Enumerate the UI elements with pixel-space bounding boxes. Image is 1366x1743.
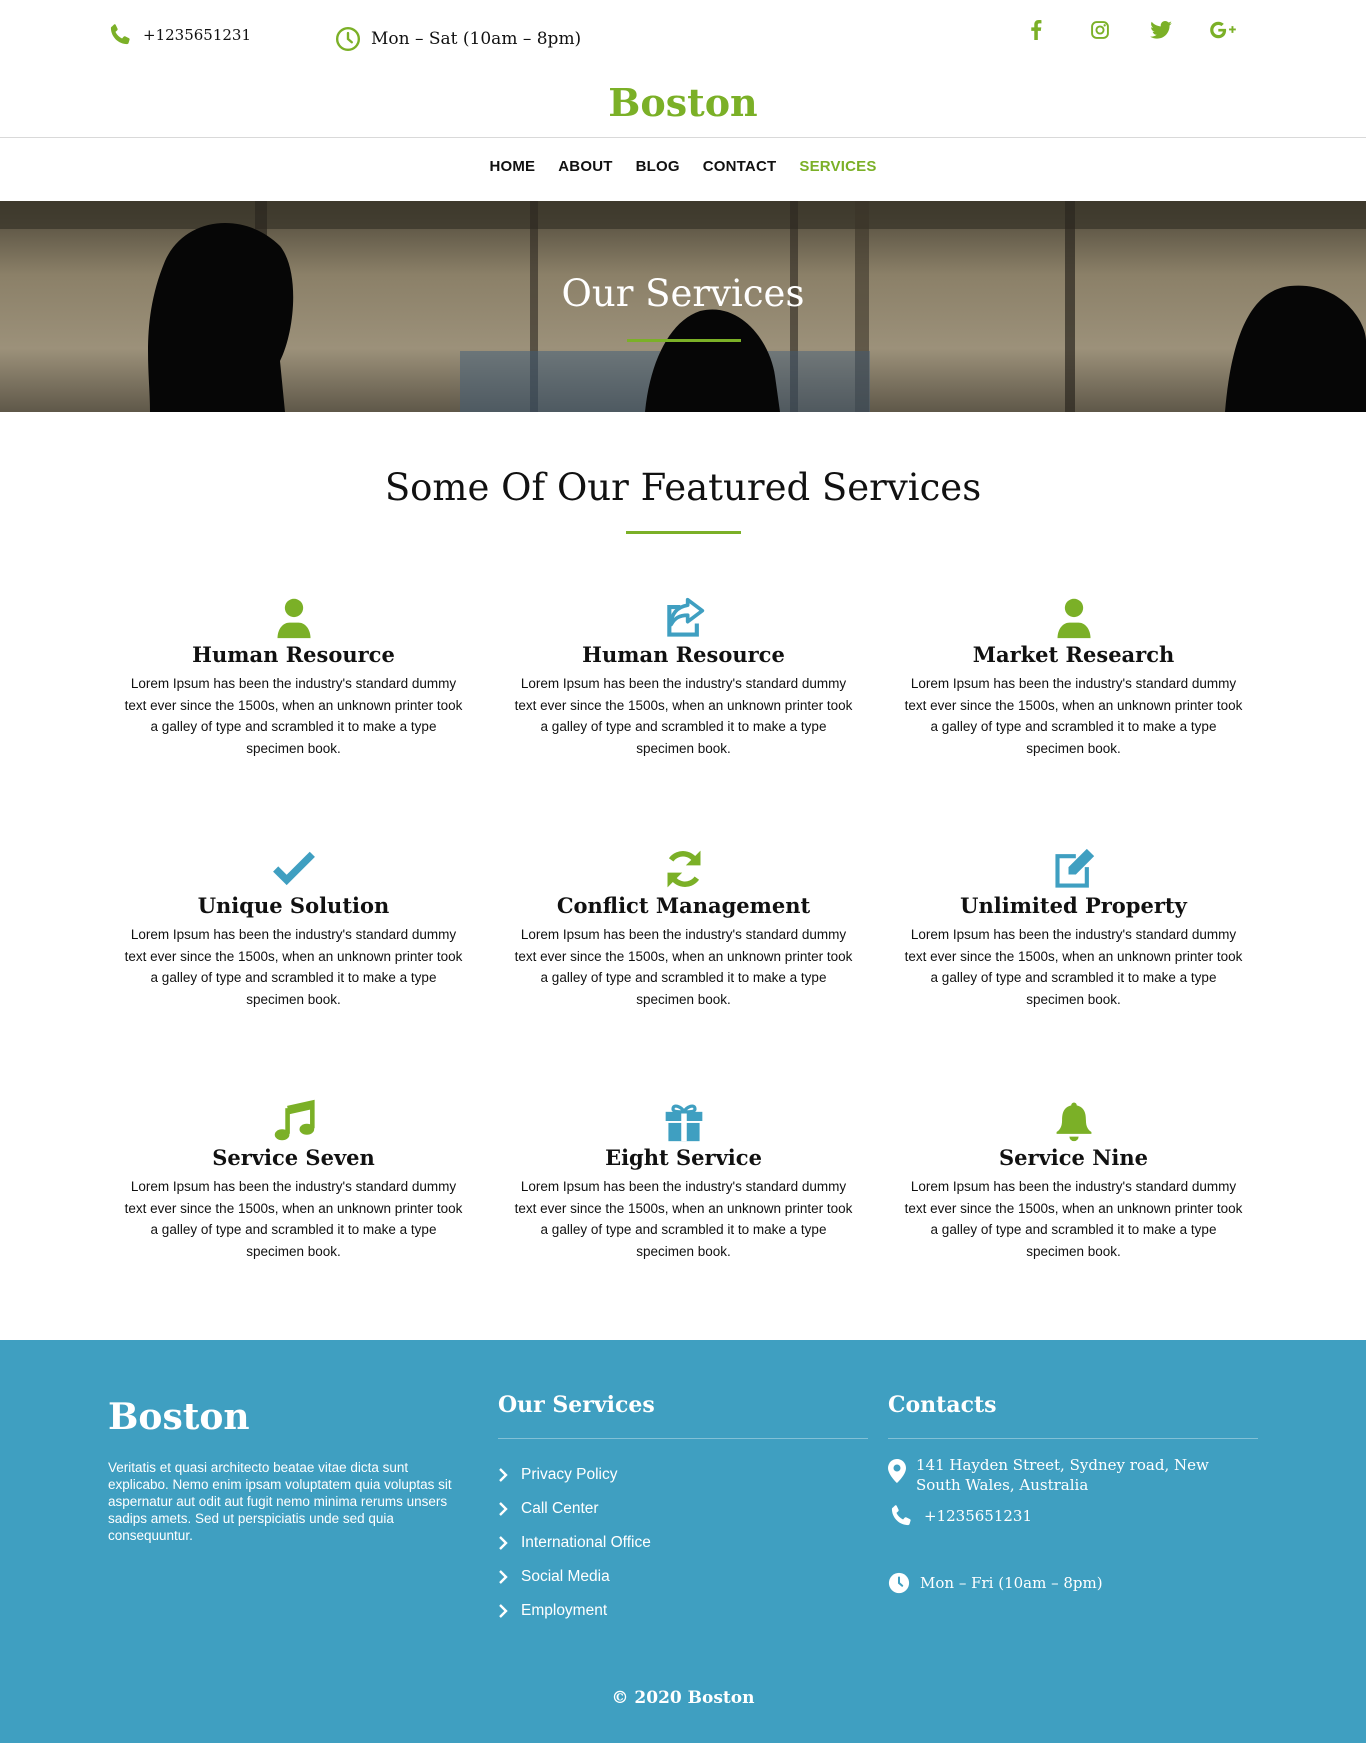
hero-title-underline (627, 339, 741, 342)
service-card: Service Seven Lorem Ipsum has been the in… (121, 1099, 466, 1262)
service-card: Eight Service Lorem Ipsum has been the in… (511, 1099, 856, 1262)
top-phone[interactable]: +1235651231 (107, 22, 251, 48)
service-card: Service Nine Lorem Ipsum has been the ind… (901, 1099, 1246, 1262)
chevron-right-icon (499, 1468, 508, 1482)
footer-services-links: Privacy Policy Call Center International… (498, 1458, 651, 1628)
footer-link-label: Privacy Policy (521, 1466, 618, 1483)
service-description: Lorem Ipsum has been the industry's stan… (124, 676, 463, 756)
facebook-icon[interactable] (1030, 18, 1090, 42)
footer-contacts-heading: Contacts (888, 1392, 997, 1418)
footer-address-text: 141 Hayden Street, Sydney road, New Sout… (916, 1456, 1209, 1494)
bell-icon (1052, 1099, 1096, 1143)
user-icon (1052, 596, 1096, 640)
footer-link-international-office[interactable]: International Office (498, 1526, 651, 1560)
service-card: Conflict Management Lorem Ipsum has been … (511, 847, 856, 1010)
hero-title: Our Services (561, 272, 805, 315)
service-description: Lorem Ipsum has been the industry's stan… (514, 927, 853, 1007)
footer-link-label: Social Media (521, 1568, 610, 1585)
top-hours: Mon – Sat (10am – 8pm) (335, 26, 581, 52)
music-icon (272, 1099, 316, 1143)
service-title: Eight Service (605, 1145, 762, 1170)
footer-phone[interactable]: +1235651231 (888, 1503, 1032, 1529)
footer-link-label: Employment (521, 1602, 608, 1619)
service-title: Human Resource (582, 642, 785, 667)
service-card: Human Resource Lorem Ipsum has been the i… (511, 596, 856, 759)
copyright: © 2020 Boston (611, 1688, 755, 1708)
clock-icon (335, 26, 361, 52)
service-card: Human Resource Lorem Ipsum has been the i… (121, 596, 466, 759)
footer-services-heading: Our Services (498, 1392, 655, 1418)
service-title: Unique Solution (197, 893, 390, 918)
footer-logo[interactable]: Boston (108, 1396, 250, 1438)
service-title: Service Seven (212, 1145, 375, 1170)
chevron-right-icon (499, 1502, 508, 1516)
service-title: Conflict Management (556, 893, 811, 918)
google-plus-icon[interactable] (1210, 18, 1270, 42)
instagram-icon[interactable] (1090, 18, 1150, 42)
service-description: Lorem Ipsum has been the industry's stan… (124, 927, 463, 1007)
nav-item-home[interactable]: HOME (489, 158, 535, 175)
service-description: Lorem Ipsum has been the industry's stan… (124, 1179, 463, 1259)
map-marker-icon (888, 1459, 906, 1483)
clock-icon (888, 1572, 910, 1594)
service-description: Lorem Ipsum has been the industry's stan… (514, 676, 853, 756)
phone-icon (110, 24, 130, 45)
service-description: Lorem Ipsum has been the industry's stan… (904, 676, 1243, 756)
service-title: Unlimited Property (960, 893, 1187, 918)
service-card: Unlimited Property Lorem Ipsum has been t… (901, 847, 1246, 1010)
footer-description: Veritatis et quasi architecto beatae vit… (108, 1460, 452, 1543)
footer-link-social-media[interactable]: Social Media (498, 1560, 651, 1594)
top-hours-text: Mon – Sat (10am – 8pm) (371, 29, 582, 49)
service-description: Lorem Ipsum has been the industry's stan… (514, 1179, 853, 1259)
social-links (1030, 18, 1270, 42)
chevron-right-icon (499, 1570, 508, 1584)
phone-icon (891, 1505, 911, 1526)
share-icon (662, 596, 706, 640)
service-description: Lorem Ipsum has been the industry's stan… (904, 927, 1243, 1007)
footer-services-divider (498, 1438, 868, 1439)
site-footer: Boston Veritatis et quasi architecto bea… (0, 1340, 1366, 1743)
service-title: Human Resource (192, 642, 395, 667)
nav-item-blog[interactable]: BLOG (636, 158, 680, 175)
edit-icon (1052, 847, 1096, 891)
header-divider (0, 137, 1366, 138)
footer-phone-number: +1235651231 (924, 1507, 1033, 1525)
footer-link-privacy-policy[interactable]: Privacy Policy (498, 1458, 651, 1492)
nav-item-about[interactable]: ABOUT (558, 158, 612, 175)
refresh-icon (662, 847, 706, 891)
twitter-icon[interactable] (1150, 18, 1210, 42)
nav-item-services[interactable]: SERVICES (799, 158, 876, 175)
service-card: Unique Solution Lorem Ipsum has been the … (121, 847, 466, 1010)
chevron-right-icon (499, 1536, 508, 1550)
site-logo[interactable]: Boston (0, 80, 1366, 125)
featured-title-underline (626, 531, 741, 534)
service-card: Market Research Lorem Ipsum has been the … (901, 596, 1246, 759)
footer-link-call-center[interactable]: Call Center (498, 1492, 651, 1526)
footer-hours-text: Mon – Fri (10am – 8pm) (920, 1574, 1103, 1592)
footer-hours: Mon – Fri (10am – 8pm) (888, 1572, 1103, 1594)
top-bar: +1235651231 Mon – Sat (10am – 8pm) (0, 0, 1366, 75)
service-title: Service Nine (998, 1145, 1149, 1170)
check-icon (272, 847, 316, 891)
service-description: Lorem Ipsum has been the industry's stan… (904, 1179, 1243, 1259)
nav-item-contact[interactable]: CONTACT (703, 158, 777, 175)
footer-contacts-divider (888, 1438, 1258, 1439)
service-title: Market Research (972, 642, 1175, 667)
main-nav: HOME ABOUT BLOG CONTACT SERVICES (0, 158, 1366, 175)
footer-link-label: Call Center (521, 1500, 599, 1517)
footer-link-employment[interactable]: Employment (498, 1594, 651, 1628)
gift-icon (662, 1099, 706, 1143)
top-phone-number: +1235651231 (143, 26, 252, 44)
featured-title: Some Of Our Featured Services (384, 466, 982, 509)
footer-address: 141 Hayden Street, Sydney road, New Sout… (888, 1455, 1228, 1495)
user-icon (272, 596, 316, 640)
footer-link-label: International Office (521, 1534, 651, 1551)
chevron-right-icon (499, 1604, 508, 1618)
